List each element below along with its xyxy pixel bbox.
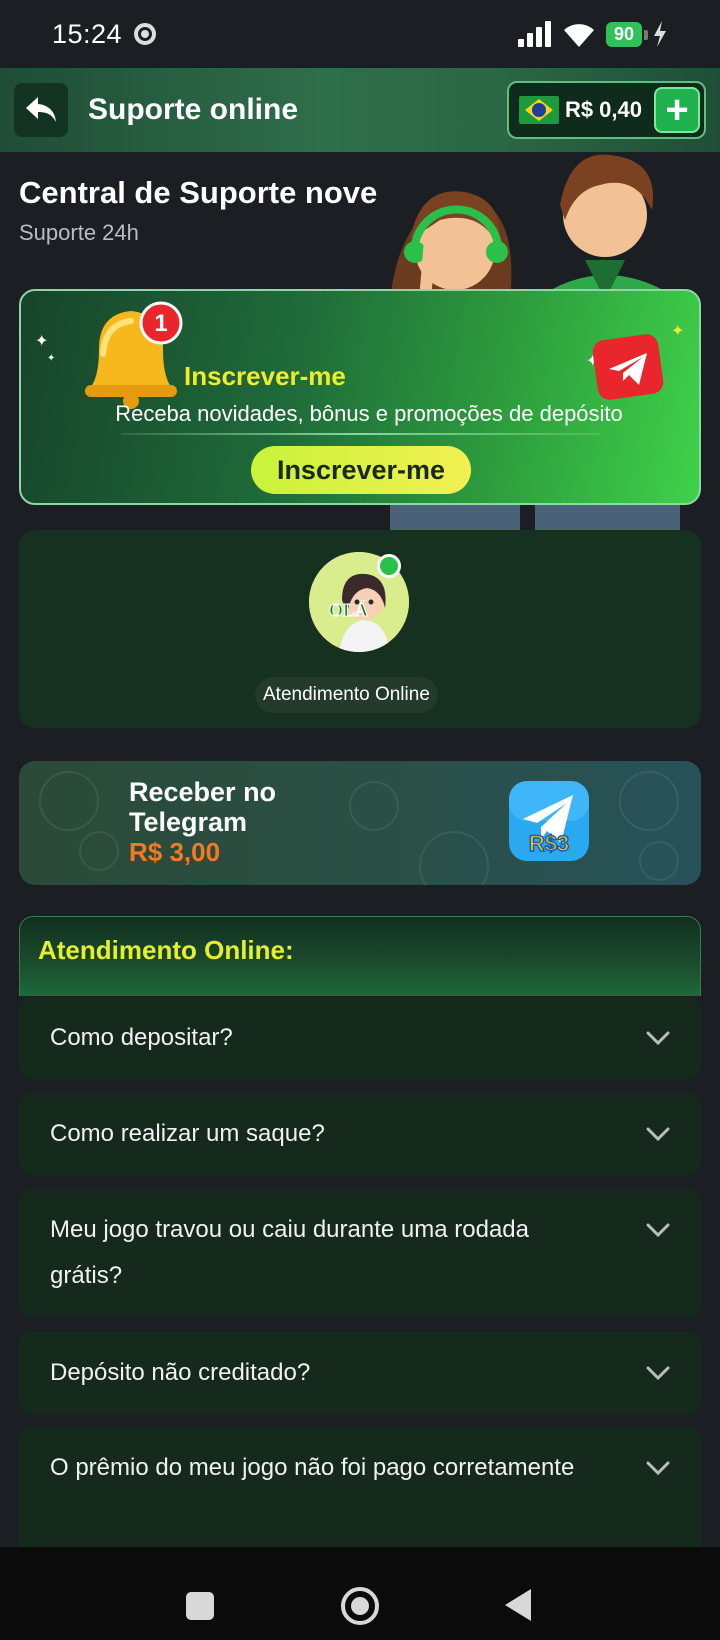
status-left: 15:24 <box>52 18 157 50</box>
chevron-down-icon[interactable] <box>645 1121 671 1147</box>
battery-icon: 90 <box>605 21 649 47</box>
support-agent-card[interactable]: OLÁ Atendimento Online <box>19 530 701 728</box>
chrome-icon <box>134 23 157 45</box>
background-doodle <box>619 771 679 831</box>
page-title: Suporte online <box>88 93 298 126</box>
signal-icon <box>517 21 551 47</box>
agent-label[interactable]: Atendimento Online <box>255 677 438 713</box>
back-arrow-icon <box>26 97 56 122</box>
telegram-reward-banner[interactable]: Receber no Telegram R$ 3,00 R$3 <box>19 761 701 885</box>
brazil-flag-icon <box>518 96 559 124</box>
reward-icon-text: R$3 <box>529 831 569 856</box>
background-doodle <box>639 841 679 881</box>
faq-item[interactable]: O prêmio do meu jogo não foi pago corret… <box>19 1427 701 1557</box>
chevron-down-icon[interactable] <box>645 1025 671 1051</box>
telegram-banner-title: Receber no Telegram <box>129 777 277 837</box>
status-time: 15:24 <box>52 18 123 49</box>
recents-button[interactable] <box>186 1592 214 1620</box>
faq-question: Como depositar? <box>50 1024 233 1051</box>
system-nav-bar <box>0 1547 720 1640</box>
hero-subtitle: Suporte 24h <box>19 220 139 245</box>
faq-question: Meu jogo travou ou caiu durante uma roda… <box>50 1216 529 1289</box>
back-button[interactable] <box>14 83 68 137</box>
charging-icon <box>654 21 666 47</box>
sparkle-icon: ✦ <box>671 323 685 340</box>
balance-value: R$ 0,40 <box>564 97 642 122</box>
home-button[interactable] <box>341 1587 379 1625</box>
background-doodle <box>419 831 489 885</box>
faq-question: Como realizar um saque? <box>50 1120 325 1147</box>
notification-badge: 1 <box>154 310 167 337</box>
subscribe-button[interactable]: Inscrever-me <box>251 446 471 494</box>
balance-box[interactable]: R$ 0,40 + <box>506 81 706 139</box>
chevron-down-icon[interactable] <box>645 1217 671 1243</box>
chevron-down-icon[interactable] <box>645 1360 671 1386</box>
wifi-icon <box>563 24 594 47</box>
banner-divider <box>121 433 601 435</box>
faq-item[interactable]: Depósito não creditado? <box>19 1332 701 1414</box>
telegram-icon <box>592 334 664 400</box>
notification-bell-icon: 1 <box>85 301 183 409</box>
faq-question: O prêmio do meu jogo não foi pago corret… <box>50 1454 575 1481</box>
background-doodle <box>349 781 399 831</box>
banner-title: Inscrever-me <box>184 361 346 391</box>
telegram-reward-icon: R$3 <box>509 781 589 861</box>
background-doodle <box>39 771 99 831</box>
add-balance-button[interactable]: + <box>654 87 700 133</box>
faq-item[interactable]: Como realizar um saque? <box>19 1093 701 1175</box>
status-bar: 15:24 90 <box>0 0 720 68</box>
app-header: Suporte online R$ 0,40 + <box>0 68 720 152</box>
faq-header: Atendimento Online: <box>19 916 701 996</box>
subscribe-banner[interactable]: ✦ ✦ ✦ ✦ 1 Inscrever-me Receba novidades,… <box>19 289 701 505</box>
banner-description: Receba novidades, bônus e promoções de d… <box>115 401 623 426</box>
faq-question: Depósito não creditado? <box>50 1359 311 1386</box>
avatar-text: OLÁ <box>329 599 368 620</box>
online-status-dot <box>377 554 401 578</box>
background-doodle <box>79 831 119 871</box>
faq-header-title: Atendimento Online: <box>38 935 294 965</box>
system-back-button[interactable] <box>505 1589 531 1621</box>
sparkle-icon: ✦ <box>35 333 49 350</box>
faq-item[interactable]: Meu jogo travou ou caiu durante uma roda… <box>19 1189 701 1317</box>
chevron-down-icon[interactable] <box>645 1455 671 1481</box>
sparkle-icon: ✦ <box>47 353 56 364</box>
telegram-reward-amount: R$ 3,00 <box>129 837 221 867</box>
hero-title: Central de Suporte nove <box>19 175 378 210</box>
status-right: 90 <box>517 21 668 47</box>
faq-item[interactable]: Como depositar? <box>19 997 701 1079</box>
